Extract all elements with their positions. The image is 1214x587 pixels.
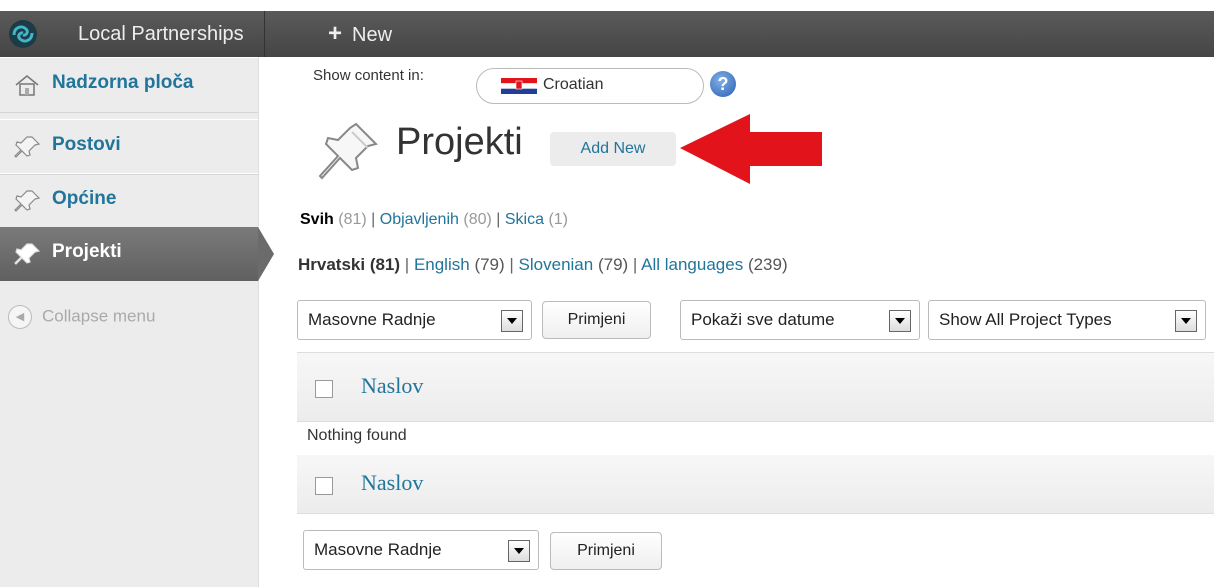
chevron-down-icon — [889, 310, 911, 332]
chevron-down-icon — [501, 310, 523, 332]
pushpin-icon — [14, 136, 41, 158]
content-language-select[interactable]: Croatian — [476, 68, 704, 104]
admin-sidebar: Nadzorna ploča Postovi Općine Projekti ◀… — [0, 57, 274, 587]
apply-button-bottom[interactable]: Primjeni — [550, 532, 662, 570]
sidebar-item-projekti[interactable]: Projekti — [0, 227, 274, 281]
date-filter-value: Pokaži sve datume — [691, 310, 835, 329]
language-all-count: (239) — [747, 255, 788, 274]
pushpin-icon — [14, 243, 41, 265]
admin-bar: Local Partnerships + New — [0, 0, 1214, 60]
show-content-label: Show content in: — [313, 67, 424, 84]
croatia-flag-icon — [501, 78, 537, 94]
sidebar-item-label: Postovi — [52, 134, 121, 155]
admin-bar-new-label: New — [352, 24, 393, 46]
annotation-arrow-icon — [680, 114, 822, 184]
bulk-action-select-bottom[interactable]: Masovne Radnje — [303, 530, 539, 570]
sidebar-item-dashboard[interactable]: Nadzorna ploča — [0, 57, 258, 113]
sidebar-item-posts[interactable]: Postovi — [0, 119, 258, 175]
pushpin-icon — [14, 190, 41, 212]
chevron-down-icon — [508, 540, 530, 562]
sidebar-item-label: Projekti — [52, 241, 122, 262]
language-slovenian-count: (79) — [597, 255, 629, 274]
bulk-action-value: Masovne Radnje — [314, 540, 442, 559]
collapse-arrow-icon: ◀ — [8, 305, 32, 329]
select-all-checkbox-footer[interactable] — [315, 477, 333, 495]
add-new-button[interactable]: Add New — [550, 132, 676, 166]
project-type-select[interactable]: Show All Project Types — [928, 300, 1206, 340]
language-current-link[interactable]: Hrvatski (81) — [298, 255, 400, 274]
collapse-menu-label: Collapse menu — [42, 306, 156, 326]
table-header: Naslov — [297, 352, 1214, 422]
bulk-action-value: Masovne Radnje — [308, 310, 436, 329]
language-filter-links: Hrvatski (81) | English (79) | Slovenian… — [298, 255, 788, 274]
language-all-link[interactable]: All languages — [641, 255, 743, 274]
status-all-link[interactable]: Svih — [300, 211, 334, 228]
language-slovenian-link[interactable]: Slovenian — [519, 255, 594, 274]
site-logo-icon[interactable] — [8, 19, 38, 49]
empty-message: Nothing found — [307, 427, 407, 444]
status-published-count: (80) — [463, 211, 492, 228]
plus-icon: + — [328, 20, 343, 47]
home-icon — [15, 75, 39, 96]
status-draft-count: (1) — [548, 211, 568, 228]
admin-bar-site-name[interactable]: Local Partnerships — [58, 11, 265, 57]
project-type-value: Show All Project Types — [939, 310, 1112, 329]
collapse-menu-button[interactable]: ◀ Collapse menu — [8, 305, 155, 329]
page-title: Projekti — [396, 121, 523, 163]
admin-bar-new-button[interactable]: + New — [304, 11, 392, 57]
apply-button[interactable]: Primjeni — [542, 301, 651, 339]
bulk-action-select[interactable]: Masovne Radnje — [297, 300, 532, 340]
table-footer: Naslov — [297, 455, 1214, 514]
language-english-link[interactable]: English — [414, 255, 470, 274]
status-draft-link[interactable]: Skica — [505, 211, 544, 228]
date-filter-select[interactable]: Pokaži sve datume — [680, 300, 920, 340]
pushpin-icon — [318, 122, 378, 180]
sidebar-item-label: Nadzorna ploča — [52, 72, 194, 93]
language-english-count: (79) — [474, 255, 505, 274]
sidebar-item-opcine[interactable]: Općine — [0, 173, 258, 229]
column-title-header[interactable]: Naslov — [361, 373, 423, 399]
chevron-down-icon — [1175, 310, 1197, 332]
column-title-footer[interactable]: Naslov — [361, 470, 423, 496]
select-all-checkbox[interactable] — [315, 380, 333, 398]
status-published-link[interactable]: Objavljenih — [380, 211, 459, 228]
content-language-value: Croatian — [543, 76, 604, 93]
help-icon[interactable]: ? — [710, 71, 736, 97]
current-menu-arrow — [258, 227, 274, 281]
sidebar-item-label: Općine — [52, 188, 117, 209]
status-filter-links: Svih (81) | Objavljenih (80) | Skica (1) — [300, 211, 568, 228]
status-all-count: (81) — [338, 211, 367, 228]
